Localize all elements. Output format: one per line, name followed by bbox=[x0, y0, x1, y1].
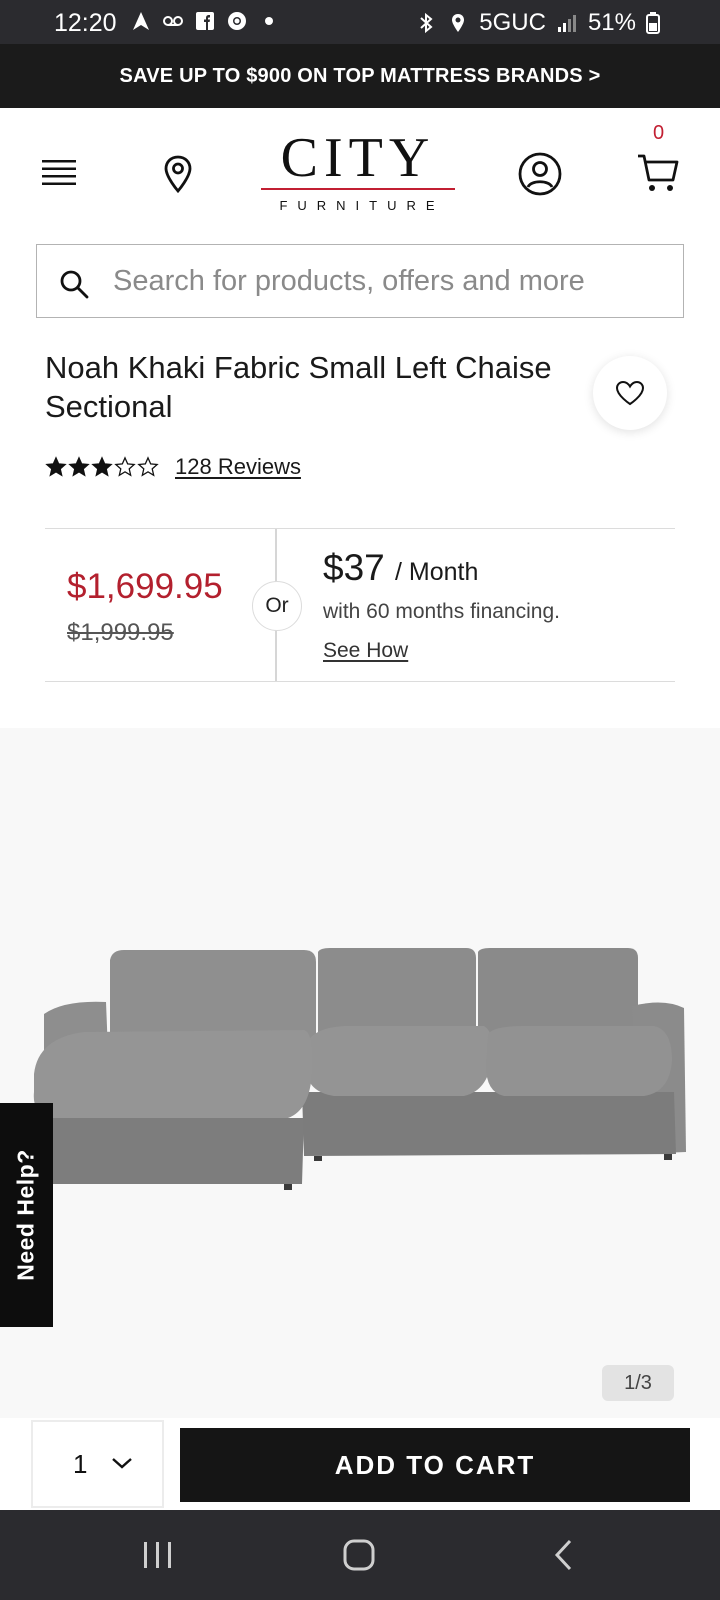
status-bar: 12:20 5GUC 51% bbox=[0, 0, 720, 44]
product-rating[interactable]: 128 Reviews bbox=[45, 452, 301, 482]
account-icon[interactable] bbox=[518, 152, 562, 196]
chevron-down-icon bbox=[112, 1458, 132, 1469]
monthly-unit: / Month bbox=[395, 558, 479, 586]
home-icon[interactable] bbox=[342, 1538, 376, 1572]
need-help-tab[interactable]: Need Help? bbox=[0, 1103, 53, 1327]
battery-icon bbox=[646, 12, 660, 34]
cart-button[interactable]: 0 bbox=[636, 122, 686, 202]
original-price: $1,999.95 bbox=[67, 619, 174, 646]
quantity-select[interactable]: 1 bbox=[31, 1420, 164, 1508]
signal-icon bbox=[557, 15, 576, 32]
shopping-cart-icon bbox=[638, 154, 679, 191]
hamburger-menu-icon[interactable] bbox=[42, 158, 78, 188]
search-icon bbox=[60, 270, 89, 299]
cart-count-badge: 0 bbox=[653, 122, 665, 144]
navigation-arrow-icon bbox=[133, 12, 149, 30]
star-empty-icon bbox=[137, 456, 159, 477]
system-navigation-bar bbox=[0, 1510, 720, 1600]
add-to-cart-button[interactable]: ADD TO CART bbox=[180, 1428, 690, 1502]
star-filled-icon bbox=[68, 456, 90, 477]
image-counter: 1/3 bbox=[602, 1365, 674, 1401]
purchase-bar: 1 ADD TO CART bbox=[0, 1418, 720, 1510]
recent-apps-icon[interactable] bbox=[140, 1540, 176, 1570]
financing-amount: $37 / Month bbox=[323, 547, 478, 589]
chrome-icon bbox=[228, 12, 246, 30]
price-box: $1,699.95 $1,999.95 Or $37 / Month with … bbox=[45, 528, 675, 682]
price-left: $1,699.95 $1,999.95 bbox=[45, 529, 277, 681]
monthly-amount: $37 bbox=[323, 547, 385, 588]
wishlist-button[interactable] bbox=[593, 356, 667, 430]
need-help-label: Need Help? bbox=[12, 1149, 39, 1281]
logo-main-text: CITY bbox=[280, 127, 436, 189]
sectional-sofa-image bbox=[33, 948, 686, 1190]
product-title: Noah Khaki Fabric Small Left Chaise Sect… bbox=[45, 350, 552, 424]
reviews-link[interactable]: 128 Reviews bbox=[175, 454, 301, 480]
status-right: 5GUC 51% bbox=[415, 9, 660, 37]
search-input[interactable] bbox=[113, 245, 673, 317]
store-locator-icon[interactable] bbox=[160, 154, 196, 194]
city-furniture-logo[interactable]: CITY FURNITURE bbox=[258, 130, 458, 220]
logo-sub-text: FURNITURE bbox=[279, 198, 445, 213]
dot-icon bbox=[265, 17, 273, 25]
site-header: CITY FURNITURE 0 bbox=[0, 108, 720, 234]
or-badge: Or bbox=[252, 581, 302, 631]
promo-banner[interactable]: SAVE UP TO $900 ON TOP MATTRESS BRANDS > bbox=[0, 44, 720, 108]
search-bar[interactable] bbox=[36, 244, 684, 318]
product-image-gallery[interactable]: 1/3 bbox=[0, 728, 720, 1418]
star-rating bbox=[45, 456, 159, 478]
facebook-icon bbox=[196, 12, 214, 30]
location-status-icon bbox=[452, 14, 465, 32]
status-time: 12:20 bbox=[54, 9, 117, 37]
sale-price: $1,699.95 bbox=[67, 567, 223, 606]
back-icon[interactable] bbox=[552, 1538, 576, 1572]
financing-description: with 60 months financing. bbox=[323, 600, 560, 623]
see-how-link[interactable]: See How bbox=[323, 639, 408, 663]
bluetooth-icon bbox=[420, 12, 433, 34]
star-empty-icon bbox=[114, 456, 136, 477]
quantity-value: 1 bbox=[73, 1449, 88, 1479]
heart-icon bbox=[615, 380, 645, 406]
voicemail-icon bbox=[163, 16, 183, 26]
network-label: 5GUC bbox=[479, 9, 546, 36]
battery-label: 51% bbox=[587, 9, 636, 36]
star-filled-icon bbox=[91, 456, 113, 477]
notification-icons bbox=[130, 10, 280, 32]
star-filled-icon bbox=[45, 456, 67, 477]
